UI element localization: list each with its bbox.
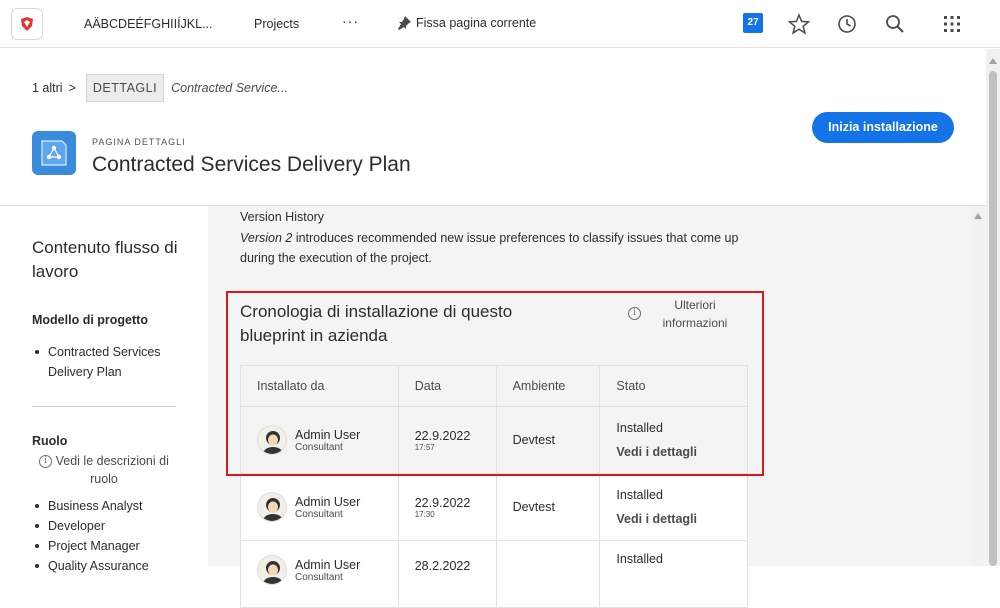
nav-more-button[interactable]: ··· (342, 13, 359, 29)
install-history-card: Cronologia di installazione di questo bl… (230, 292, 768, 608)
version-description: introduces recommended new issue prefere… (240, 231, 739, 265)
template-item[interactable]: Contracted Services Delivery Plan (35, 342, 178, 382)
view-details-link[interactable]: Vedi i dettagli (616, 507, 747, 531)
breadcrumb-details[interactable]: DETTAGLI (85, 74, 165, 102)
column-header: Installato da (240, 365, 399, 407)
status-text: Installed (616, 552, 663, 566)
avatar (257, 492, 287, 522)
main-content: Version History Version 2 introduces rec… (208, 206, 986, 608)
blueprint-icon (32, 131, 76, 175)
date-cell: 22.9.2022 17:30 (397, 473, 497, 541)
view-details-link[interactable]: Vedi i dettagli (616, 440, 747, 464)
status-text: Installed (616, 488, 663, 502)
page-scrollbar[interactable] (986, 49, 1000, 566)
role-item: Business Analyst (35, 496, 188, 516)
breadcrumb: 1 altri > DETTAGLI Contracted Service... (32, 74, 288, 102)
install-date: 22.9.2022 (414, 428, 471, 443)
user-name: Admin User (295, 427, 361, 442)
column-header: Stato (599, 365, 748, 407)
scrollbar-thumb[interactable] (989, 71, 997, 566)
role-item: Developer (35, 516, 188, 536)
sidebar-divider (32, 406, 176, 407)
content-scrollbar[interactable] (971, 206, 986, 566)
installed-by-cell: Admin User Consultant (240, 406, 399, 474)
install-time: 17:30 (414, 509, 435, 519)
user-name: Admin User (295, 557, 361, 572)
nav-projects[interactable]: Projects (254, 17, 299, 31)
date-cell: 22.9.2022 17:57 (397, 406, 497, 474)
status-cell: Installed Vedi i dettagli (599, 473, 748, 541)
user-role: Consultant (295, 441, 343, 453)
version-history-title: Version History (240, 210, 325, 224)
star-icon[interactable] (788, 13, 810, 35)
user-role: Consultant (295, 508, 343, 520)
pin-label: Fissa pagina corrente (416, 16, 537, 30)
version-label: Version 2 (240, 231, 293, 245)
nav-org-name[interactable]: AÄBCDEÉFGHIIÍJKL... (84, 17, 213, 31)
info-icon: i (39, 455, 53, 469)
info-icon: i (628, 307, 641, 320)
breadcrumb-first[interactable]: 1 altri (32, 81, 63, 95)
search-icon[interactable] (884, 13, 906, 35)
top-nav: AÄBCDEÉFGHIIÍJKL... Projects ··· Fissa p… (0, 0, 1000, 48)
history-icon[interactable] (836, 13, 858, 35)
date-cell: 28.2.2022 (397, 540, 497, 608)
install-date: 28.2.2022 (414, 559, 471, 573)
template-list: Contracted Services Delivery Plan (35, 342, 178, 382)
column-header: Data (397, 365, 497, 407)
scroll-up-arrow-icon[interactable] (974, 213, 982, 219)
role-item: Quality Assurance (35, 556, 188, 576)
environment-cell (495, 540, 601, 608)
role-descriptions-link[interactable]: i Vedi le descrizioni di ruolo (32, 452, 176, 488)
sidebar-title: Contenuto flusso di lavoro (32, 238, 178, 281)
environment-cell: Devtest (495, 473, 601, 541)
user-name: Admin User (295, 494, 361, 509)
role-list: Business Analyst Developer Project Manag… (35, 496, 188, 576)
pin-page-button[interactable]: Fissa pagina corrente (396, 15, 536, 31)
installed-by-cell: Admin User Consultant (240, 473, 399, 541)
pin-icon (398, 16, 411, 30)
start-install-button[interactable]: Inizia installazione (812, 112, 954, 143)
status-cell: Installed Vedi i dettagli (599, 406, 748, 474)
status-cell: Installed (599, 540, 748, 608)
avatar (257, 425, 287, 455)
more-info-label: Ulteriori informazioni (662, 298, 728, 330)
column-header: Ambiente (495, 365, 601, 407)
version-history-text: Version 2 introduces recommended new iss… (240, 228, 760, 268)
scroll-up-arrow-icon[interactable] (989, 58, 997, 64)
install-time: 17:57 (414, 442, 435, 452)
user-role: Consultant (295, 571, 343, 583)
status-text: Installed (616, 421, 663, 435)
installed-by-cell: Admin User Consultant (240, 540, 399, 608)
avatar (257, 555, 287, 585)
install-history-table: Installato da Data Ambiente Stato Admin … (240, 365, 748, 608)
table-row: Admin User Consultant 28.2.2022 Installe… (240, 540, 748, 608)
role-item: Project Manager (35, 536, 188, 556)
table-row: Admin User Consultant 22.9.2022 17:57 De… (240, 406, 748, 474)
role-heading: Ruolo (32, 434, 68, 448)
more-info-button[interactable]: i Ulteriori informazioni (628, 296, 739, 332)
role-descriptions-label: Vedi le descrizioni di ruolo (55, 454, 169, 486)
workflow-content-sidebar: Contenuto flusso di lavoro Modello di pr… (0, 206, 208, 573)
table-row: Admin User Consultant 22.9.2022 17:30 De… (240, 473, 748, 541)
apps-grid-icon[interactable] (941, 13, 963, 35)
install-date: 22.9.2022 (414, 495, 471, 510)
template-heading: Modello di progetto (32, 313, 148, 327)
breadcrumb-separator: > (68, 81, 76, 95)
app-logo-icon[interactable] (11, 8, 43, 40)
install-history-title: Cronologia di installazione di questo bl… (240, 302, 513, 345)
page-eyebrow: PAGINA DETTAGLI (92, 137, 186, 147)
environment-cell: Devtest (495, 406, 601, 474)
breadcrumb-current: Contracted Service... (171, 81, 288, 95)
table-header-row: Installato da Data Ambiente Stato (240, 365, 748, 407)
notifications-badge[interactable]: 27 (743, 13, 763, 33)
page-title: Contracted Services Delivery Plan (92, 153, 411, 176)
